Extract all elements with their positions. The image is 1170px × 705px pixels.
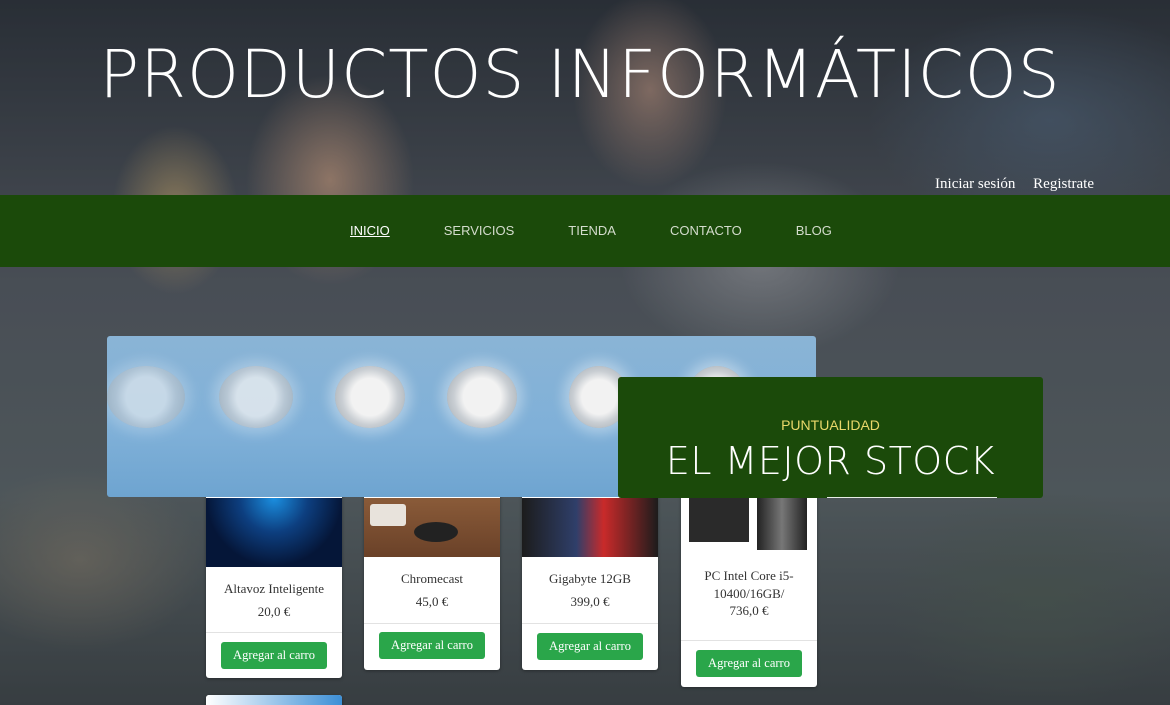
nav-item-tienda[interactable]: TIENDA <box>568 223 616 238</box>
card-divider <box>206 632 342 633</box>
add-to-cart-button[interactable]: Agregar al carro <box>379 632 485 659</box>
product-image[interactable] <box>364 498 500 557</box>
nav-item-servicios[interactable]: SERVICIOS <box>444 223 515 238</box>
product-price: 399,0 € <box>570 594 610 609</box>
register-link[interactable]: Registrate <box>1033 176 1094 192</box>
nav-item-contacto[interactable]: CONTACTO <box>670 223 742 238</box>
product-card: PC Intel Core i5-10400/16GB/ 736,0 € Agr… <box>681 480 817 687</box>
product-card: Chromecast 45,0 € Agregar al carro <box>364 480 500 670</box>
product-image[interactable] <box>206 498 342 567</box>
product-card: Gigabyte 12GB 399,0 € Agregar al carro <box>522 480 658 670</box>
product-name[interactable]: PC Intel Core i5-10400/16GB/ <box>681 567 817 603</box>
caption-title: EL MEJOR STOCK <box>665 439 996 483</box>
nav-item-blog[interactable]: BLOG <box>796 223 832 238</box>
product-price: 20,0 € <box>257 604 291 619</box>
login-link[interactable]: Iniciar sesión <box>935 176 1015 192</box>
main-navbar: INICIO SERVICIOS TIENDA CONTACTO BLOG <box>0 195 1170 267</box>
site-title: PRODUCTOS INFORMÁTICOS <box>99 36 1061 113</box>
product-price: 736,0 € <box>729 603 769 618</box>
card-divider <box>364 623 500 624</box>
add-to-cart-button[interactable]: Agregar al carro <box>221 642 327 669</box>
caption-subtitle: PUNTUALIDAD <box>781 417 880 433</box>
product-price: 45,0 € <box>415 594 449 609</box>
add-to-cart-button[interactable]: Agregar al carro <box>537 633 643 660</box>
clock-icon <box>447 366 517 428</box>
product-name[interactable]: Chromecast <box>364 571 500 587</box>
nav-menu: INICIO SERVICIOS TIENDA CONTACTO BLOG <box>350 223 886 238</box>
product-image[interactable] <box>522 498 658 557</box>
card-divider <box>681 640 817 641</box>
product-name[interactable]: Gigabyte 12GB <box>522 571 658 587</box>
product-name[interactable]: Altavoz Inteligente <box>206 581 342 597</box>
clock-icon <box>335 366 405 428</box>
product-card <box>206 695 342 705</box>
product-card: Altavoz Inteligente 20,0 € Agregar al ca… <box>206 480 342 678</box>
product-image[interactable] <box>681 498 817 553</box>
add-to-cart-button[interactable]: Agregar al carro <box>696 650 802 677</box>
product-image[interactable] <box>206 695 342 705</box>
auth-links: Iniciar sesión Registrate <box>921 176 1094 193</box>
clock-icon <box>107 366 185 428</box>
slider-caption: PUNTUALIDAD EL MEJOR STOCK <box>618 377 1043 498</box>
caption-underline <box>827 497 997 498</box>
card-divider <box>522 623 658 624</box>
clock-icon <box>219 366 293 428</box>
nav-item-inicio[interactable]: INICIO <box>350 223 390 238</box>
